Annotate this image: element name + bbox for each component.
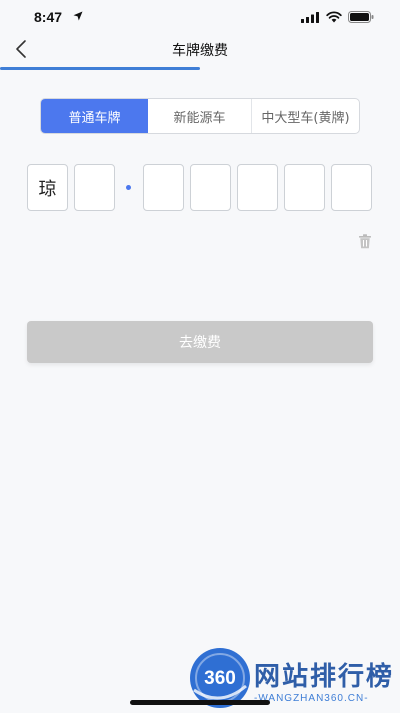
page-title: 车牌缴费 <box>172 43 228 59</box>
plate-separator-dot <box>126 185 131 190</box>
plate-char-4[interactable] <box>190 164 231 211</box>
signal-icon <box>301 12 319 23</box>
plate-char-2[interactable] <box>74 164 115 211</box>
tab-regular-plate[interactable]: 普通车牌 <box>41 99 148 133</box>
nav-bar: 车牌缴费 <box>0 34 400 68</box>
home-indicator <box>130 700 270 705</box>
status-time: 8:47 <box>34 9 63 25</box>
go-pay-button[interactable]: 去缴费 <box>27 321 373 363</box>
page: 8:47 车牌缴费 普通车牌 新能源车 中大型车(黄牌) 琼 去缴费 360 网… <box>0 0 400 713</box>
trash-icon[interactable] <box>358 234 372 249</box>
svg-text:360: 360 <box>204 668 236 689</box>
tab-new-energy[interactable]: 新能源车 <box>148 99 252 133</box>
plate-char-7[interactable] <box>331 164 372 211</box>
tab-large-vehicle[interactable]: 中大型车(黄牌) <box>252 99 359 133</box>
location-arrow-icon <box>73 11 83 21</box>
battery-icon <box>348 11 374 23</box>
status-bar: 8:47 <box>0 0 400 34</box>
plate-char-6[interactable] <box>284 164 325 211</box>
wifi-icon <box>326 11 342 23</box>
watermark-title: 网站排行榜 <box>254 662 395 692</box>
plate-type-tabs: 普通车牌 新能源车 中大型车(黄牌) <box>40 98 360 134</box>
page-progress-bar <box>0 67 200 70</box>
watermark-subtitle: -WANGZHAN360.CN- <box>254 693 369 704</box>
plate-char-3[interactable] <box>143 164 184 211</box>
plate-char-1[interactable]: 琼 <box>27 164 68 211</box>
plate-char-5[interactable] <box>237 164 278 211</box>
